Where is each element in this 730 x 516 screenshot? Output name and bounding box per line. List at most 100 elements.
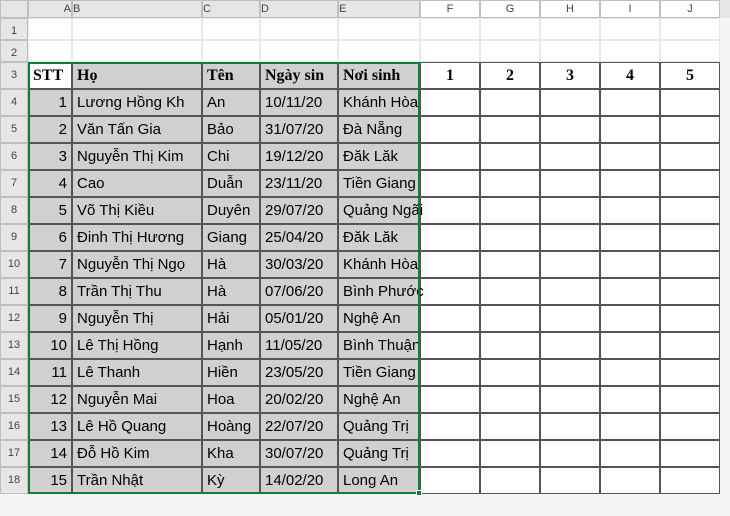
cell-F16[interactable] bbox=[420, 413, 480, 440]
cell-H4[interactable] bbox=[540, 89, 600, 116]
cell-E5[interactable]: Đà Nẵng bbox=[338, 116, 420, 143]
cell-F2[interactable] bbox=[420, 40, 480, 62]
cell-E7[interactable]: Tiền Giang bbox=[338, 170, 420, 197]
cell-C12[interactable]: Hải bbox=[202, 305, 260, 332]
cell-J9[interactable] bbox=[660, 224, 720, 251]
cell-B10[interactable]: Nguyễn Thị Ngọ bbox=[72, 251, 202, 278]
cell-I14[interactable] bbox=[600, 359, 660, 386]
cell-J18[interactable] bbox=[660, 467, 720, 494]
cell-D1[interactable] bbox=[260, 18, 338, 40]
cell-H2[interactable] bbox=[540, 40, 600, 62]
cell-G1[interactable] bbox=[480, 18, 540, 40]
cell-J2[interactable] bbox=[660, 40, 720, 62]
cell-D17[interactable]: 30/07/20 bbox=[260, 440, 338, 467]
cell-F18[interactable] bbox=[420, 467, 480, 494]
cell-D12[interactable]: 05/01/20 bbox=[260, 305, 338, 332]
cell-E9[interactable]: Đăk Lăk bbox=[338, 224, 420, 251]
cell-A16[interactable]: 13 bbox=[28, 413, 72, 440]
cell-C10[interactable]: Hà bbox=[202, 251, 260, 278]
cell-I4[interactable] bbox=[600, 89, 660, 116]
cell-A13[interactable]: 10 bbox=[28, 332, 72, 359]
cell-D9[interactable]: 25/04/20 bbox=[260, 224, 338, 251]
cell-D14[interactable]: 23/05/20 bbox=[260, 359, 338, 386]
cell-B6[interactable]: Nguyễn Thị Kim bbox=[72, 143, 202, 170]
cell-A5[interactable]: 2 bbox=[28, 116, 72, 143]
cell-C7[interactable]: Duẫn bbox=[202, 170, 260, 197]
col-header-C[interactable]: C bbox=[202, 0, 260, 18]
row-header-6[interactable]: 6 bbox=[0, 143, 28, 170]
cell-I1[interactable] bbox=[600, 18, 660, 40]
cell-E3[interactable]: Nơi sinh bbox=[338, 62, 420, 89]
cell-J12[interactable] bbox=[660, 305, 720, 332]
cell-D6[interactable]: 19/12/20 bbox=[260, 143, 338, 170]
cell-H15[interactable] bbox=[540, 386, 600, 413]
cell-H1[interactable] bbox=[540, 18, 600, 40]
cell-A18[interactable]: 15 bbox=[28, 467, 72, 494]
cell-A1[interactable] bbox=[28, 18, 72, 40]
cell-F10[interactable] bbox=[420, 251, 480, 278]
cell-I2[interactable] bbox=[600, 40, 660, 62]
cell-C2[interactable] bbox=[202, 40, 260, 62]
cell-D10[interactable]: 30/03/20 bbox=[260, 251, 338, 278]
cell-B9[interactable]: Đinh Thị Hương bbox=[72, 224, 202, 251]
cell-C15[interactable]: Hoa bbox=[202, 386, 260, 413]
cell-B15[interactable]: Nguyễn Mai bbox=[72, 386, 202, 413]
cell-E13[interactable]: Bình Thuận bbox=[338, 332, 420, 359]
cell-G11[interactable] bbox=[480, 278, 540, 305]
cell-G12[interactable] bbox=[480, 305, 540, 332]
row-header-17[interactable]: 17 bbox=[0, 440, 28, 467]
col-header-B[interactable]: B bbox=[72, 0, 202, 18]
cell-G14[interactable] bbox=[480, 359, 540, 386]
cell-F12[interactable] bbox=[420, 305, 480, 332]
cell-B14[interactable]: Lê Thanh bbox=[72, 359, 202, 386]
cell-I11[interactable] bbox=[600, 278, 660, 305]
cell-D15[interactable]: 20/02/20 bbox=[260, 386, 338, 413]
cell-B16[interactable]: Lê Hồ Quang bbox=[72, 413, 202, 440]
cell-J11[interactable] bbox=[660, 278, 720, 305]
cell-A9[interactable]: 6 bbox=[28, 224, 72, 251]
cell-J14[interactable] bbox=[660, 359, 720, 386]
col-header-I[interactable]: I bbox=[600, 0, 660, 18]
cell-A6[interactable]: 3 bbox=[28, 143, 72, 170]
row-header-4[interactable]: 4 bbox=[0, 89, 28, 116]
cell-J7[interactable] bbox=[660, 170, 720, 197]
cell-J10[interactable] bbox=[660, 251, 720, 278]
cell-G17[interactable] bbox=[480, 440, 540, 467]
cell-I8[interactable] bbox=[600, 197, 660, 224]
cell-J16[interactable] bbox=[660, 413, 720, 440]
col-header-J[interactable]: J bbox=[660, 0, 720, 18]
cell-E17[interactable]: Quảng Trị bbox=[338, 440, 420, 467]
cell-F9[interactable] bbox=[420, 224, 480, 251]
cell-B11[interactable]: Trần Thị Thu bbox=[72, 278, 202, 305]
cell-J5[interactable] bbox=[660, 116, 720, 143]
cell-H18[interactable] bbox=[540, 467, 600, 494]
cell-E15[interactable]: Nghệ An bbox=[338, 386, 420, 413]
cell-F5[interactable] bbox=[420, 116, 480, 143]
cell-H10[interactable] bbox=[540, 251, 600, 278]
col-header-H[interactable]: H bbox=[540, 0, 600, 18]
cell-E16[interactable]: Quảng Trị bbox=[338, 413, 420, 440]
row-header-12[interactable]: 12 bbox=[0, 305, 28, 332]
row-header-5[interactable]: 5 bbox=[0, 116, 28, 143]
cell-C13[interactable]: Hạnh bbox=[202, 332, 260, 359]
cell-G9[interactable] bbox=[480, 224, 540, 251]
cell-A11[interactable]: 8 bbox=[28, 278, 72, 305]
cell-A3[interactable]: STT bbox=[28, 62, 72, 89]
cell-C4[interactable]: An bbox=[202, 89, 260, 116]
cell-H5[interactable] bbox=[540, 116, 600, 143]
cell-C9[interactable]: Giang bbox=[202, 224, 260, 251]
cell-E2[interactable] bbox=[338, 40, 420, 62]
cell-J3[interactable]: 5 bbox=[660, 62, 720, 89]
cell-I16[interactable] bbox=[600, 413, 660, 440]
col-header-G[interactable]: G bbox=[480, 0, 540, 18]
cell-I5[interactable] bbox=[600, 116, 660, 143]
cell-G7[interactable] bbox=[480, 170, 540, 197]
cell-I7[interactable] bbox=[600, 170, 660, 197]
cell-A17[interactable]: 14 bbox=[28, 440, 72, 467]
cell-B12[interactable]: Nguyễn Thị bbox=[72, 305, 202, 332]
cell-H6[interactable] bbox=[540, 143, 600, 170]
cell-E14[interactable]: Tiền Giang bbox=[338, 359, 420, 386]
cell-F4[interactable] bbox=[420, 89, 480, 116]
cell-C8[interactable]: Duyên bbox=[202, 197, 260, 224]
cell-D7[interactable]: 23/11/20 bbox=[260, 170, 338, 197]
